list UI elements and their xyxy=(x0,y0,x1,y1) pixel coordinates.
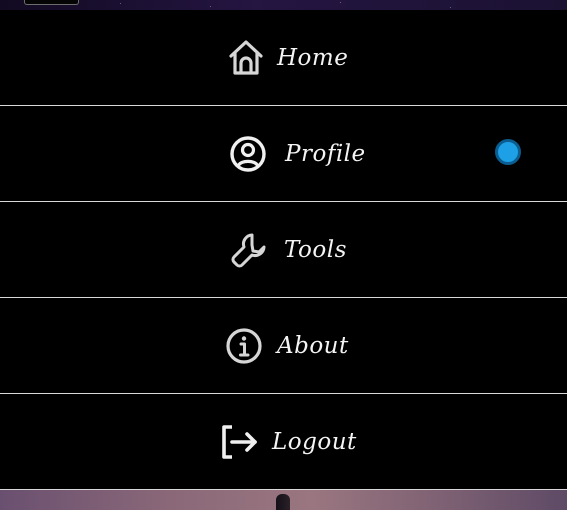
menu-item-label: About xyxy=(277,332,349,359)
nav-menu: Home Profile Tools About Logout xyxy=(0,10,567,490)
app-page: Home Profile Tools About Logout xyxy=(0,0,567,510)
home-icon xyxy=(227,39,265,77)
menu-item-label: Logout xyxy=(272,428,357,455)
menu-item-logout[interactable]: Logout xyxy=(0,394,567,490)
menu-handle[interactable] xyxy=(24,0,79,5)
menu-item-label: Profile xyxy=(285,140,366,167)
menu-item-home[interactable]: Home xyxy=(0,10,567,106)
wrench-icon xyxy=(230,231,268,269)
menu-item-label: Tools xyxy=(284,236,347,263)
logout-icon xyxy=(220,423,260,461)
menu-item-tools[interactable]: Tools xyxy=(0,202,567,298)
menu-item-profile[interactable]: Profile xyxy=(0,106,567,202)
menu-item-label: Home xyxy=(277,44,349,71)
background-image-bottom xyxy=(0,490,567,510)
info-icon xyxy=(225,327,263,365)
menu-item-about[interactable]: About xyxy=(0,298,567,394)
background-image-top xyxy=(0,0,567,10)
status-indicator xyxy=(495,139,521,165)
background-silhouette xyxy=(276,494,290,510)
user-circle-icon xyxy=(229,135,267,173)
